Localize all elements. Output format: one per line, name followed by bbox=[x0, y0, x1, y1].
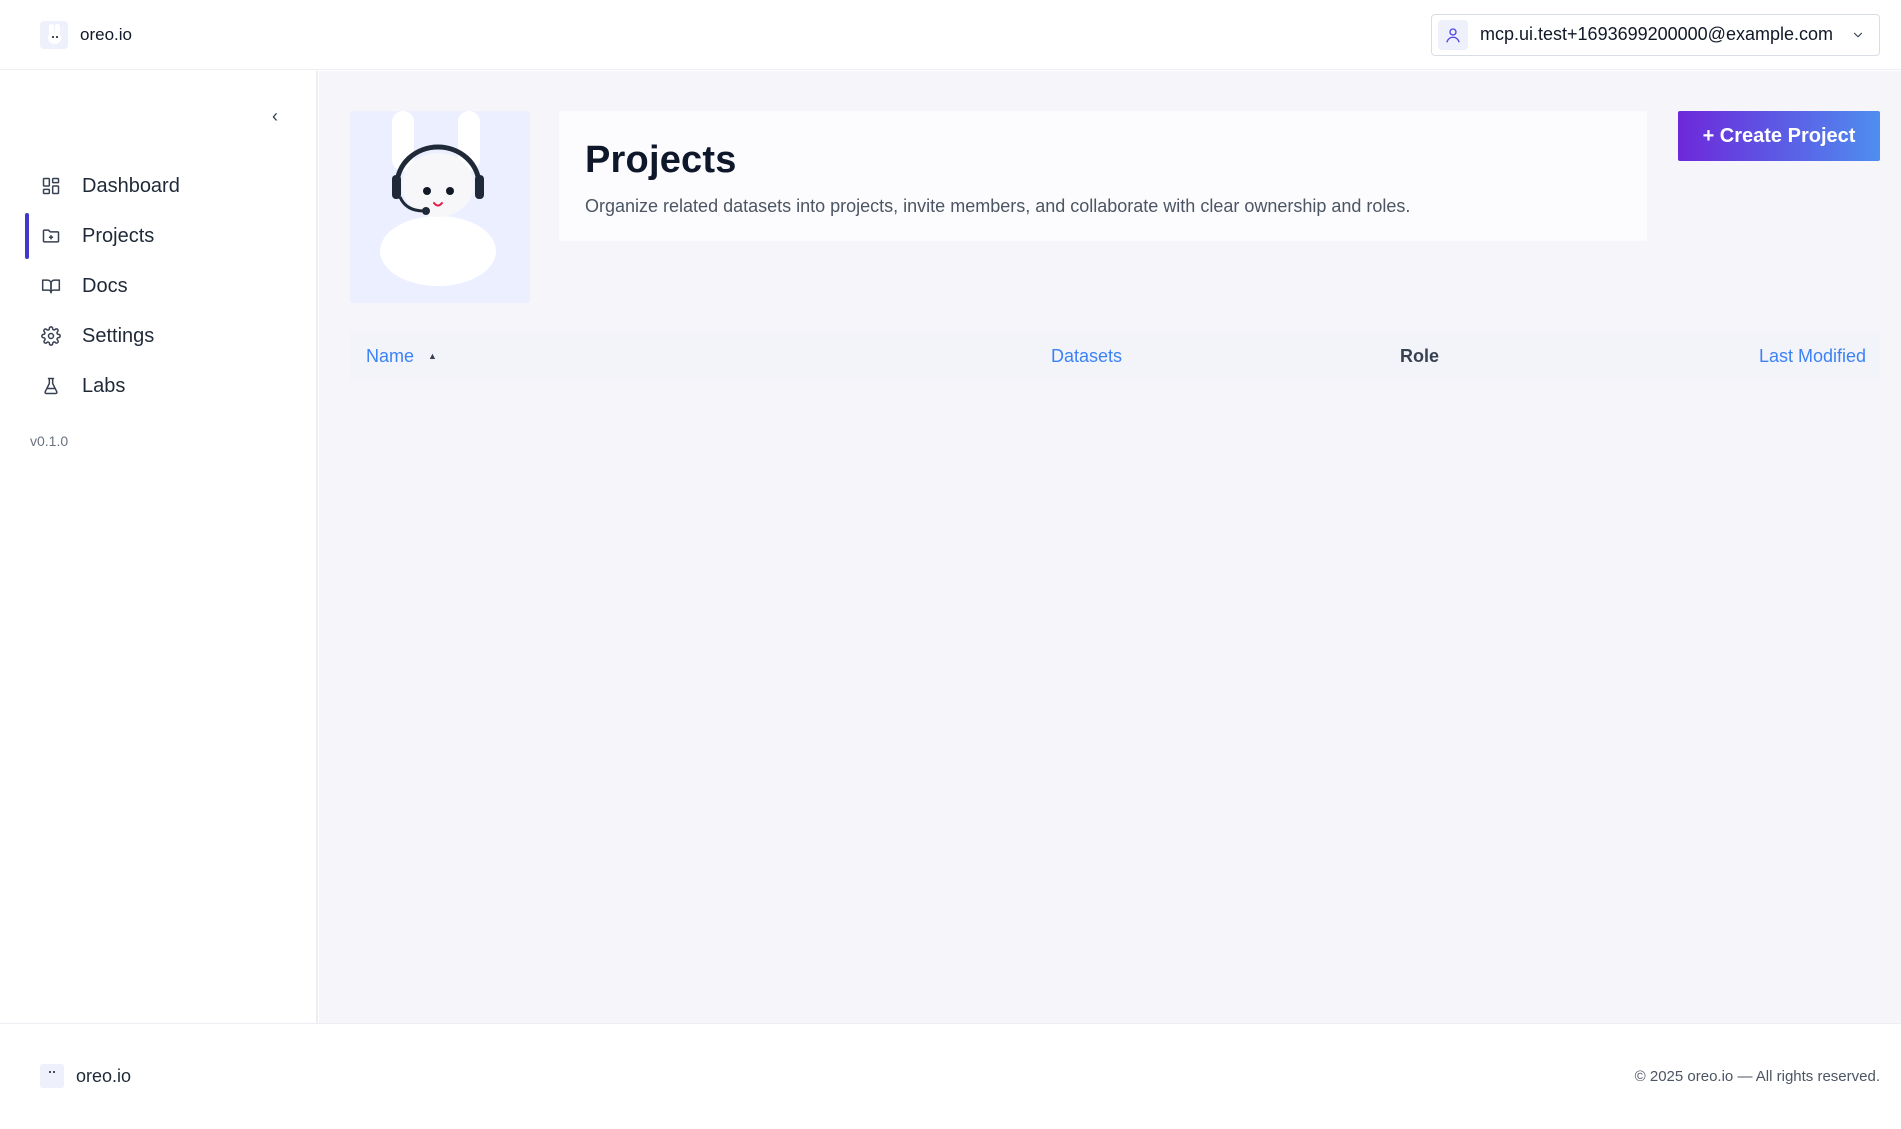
app-version: v0.1.0 bbox=[30, 433, 69, 449]
sidebar-item-label: Projects bbox=[82, 224, 155, 247]
brand-name: oreo.io bbox=[80, 24, 132, 44]
bunny-logo-icon bbox=[40, 1064, 64, 1088]
page-title: Projects bbox=[585, 139, 737, 181]
chevron-down-icon bbox=[1853, 32, 1863, 37]
column-header-last-modified[interactable]: Last Modified bbox=[1759, 333, 1866, 379]
top-bar: oreo.io mcp.ui.test+1693699200000@exampl… bbox=[0, 0, 1901, 70]
sidebar: ‹ Dashboard Projects Docs Settings Labs … bbox=[0, 71, 318, 1023]
book-icon bbox=[40, 275, 62, 297]
copyright-text: © 2025 oreo.io — All rights reserved. bbox=[1634, 1068, 1880, 1085]
column-label: Last Modified bbox=[1758, 345, 1866, 366]
sort-ascending-icon: ▲ bbox=[428, 351, 437, 361]
sidebar-item-label: Labs bbox=[82, 374, 126, 397]
dashboard-icon bbox=[40, 175, 62, 197]
projects-table-header: Name ▲ Datasets Role Last Modified bbox=[350, 333, 1880, 379]
footer-brand[interactable]: oreo.io bbox=[40, 1064, 131, 1088]
sidebar-item-docs[interactable]: Docs bbox=[0, 261, 316, 311]
bunny-logo-icon bbox=[40, 20, 68, 49]
user-icon bbox=[1438, 19, 1468, 50]
footer-brand-name: oreo.io bbox=[76, 1065, 132, 1086]
footer: oreo.io © 2025 oreo.io — All rights rese… bbox=[0, 1023, 1901, 1129]
main-content: Projects Organize related datasets into … bbox=[319, 71, 1901, 1023]
flask-icon bbox=[40, 375, 62, 397]
column-label: Name bbox=[366, 345, 415, 366]
sidebar-item-label: Settings bbox=[82, 324, 155, 347]
sidebar-item-labs[interactable]: Labs bbox=[0, 361, 316, 411]
folder-plus-icon bbox=[40, 225, 62, 247]
sidebar-item-settings[interactable]: Settings bbox=[0, 311, 316, 361]
sidebar-nav: Dashboard Projects Docs Settings Labs bbox=[0, 161, 316, 411]
sidebar-item-label: Docs bbox=[82, 274, 128, 297]
brand[interactable]: oreo.io bbox=[40, 20, 132, 49]
page-header-card: Projects Organize related datasets into … bbox=[559, 111, 1647, 241]
sidebar-item-label: Dashboard bbox=[82, 174, 180, 197]
user-email: mcp.ui.test+1693699200000@example.com bbox=[1480, 24, 1833, 44]
sidebar-item-projects[interactable]: Projects bbox=[0, 211, 316, 261]
column-header-role: Role bbox=[1400, 333, 1439, 379]
collapse-sidebar-button[interactable]: ‹ bbox=[266, 106, 284, 126]
bunny-mascot-illustration bbox=[350, 111, 530, 303]
column-label: Datasets bbox=[1051, 345, 1123, 366]
page-description: Organize related datasets into projects,… bbox=[585, 196, 1411, 216]
create-project-button[interactable]: + Create Project bbox=[1678, 111, 1880, 161]
column-label: Role bbox=[1400, 345, 1440, 366]
column-header-name[interactable]: Name ▲ bbox=[366, 333, 437, 379]
column-header-datasets[interactable]: Datasets bbox=[1051, 333, 1122, 379]
gear-icon bbox=[40, 325, 62, 347]
sidebar-item-dashboard[interactable]: Dashboard bbox=[0, 161, 316, 211]
user-menu-button[interactable]: mcp.ui.test+1693699200000@example.com bbox=[1431, 13, 1880, 56]
